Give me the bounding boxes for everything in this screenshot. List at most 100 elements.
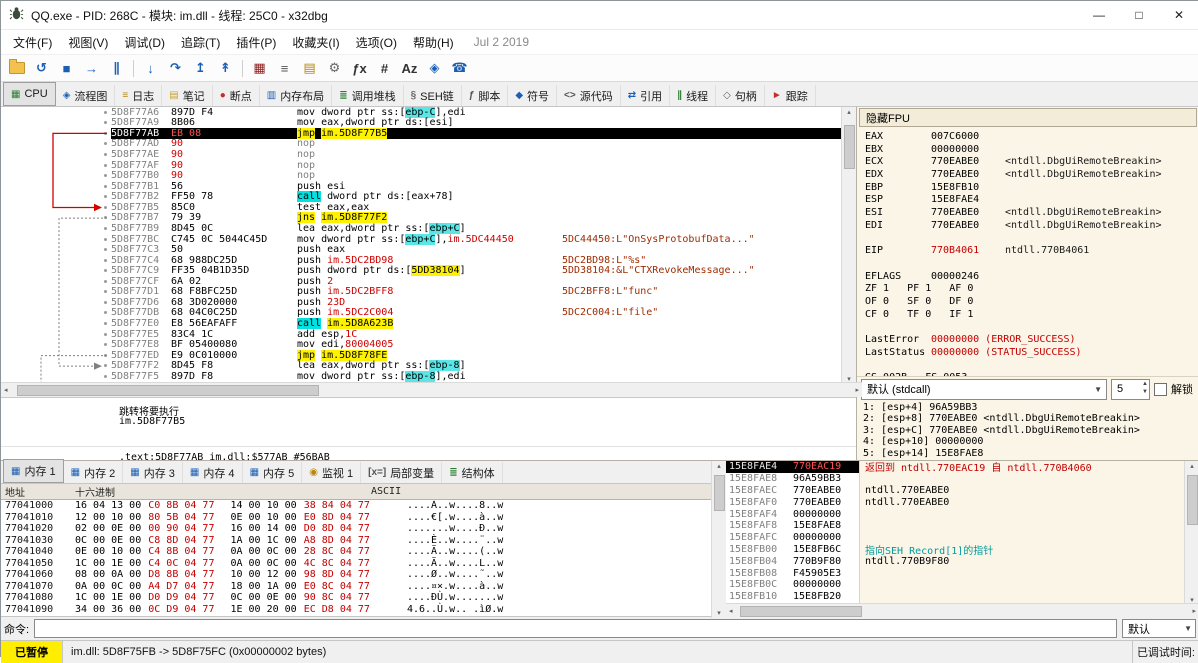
dump-row[interactable]: 77041020 02 00 0E 00 00 90 04 77 16 00 14 0…: [1, 523, 711, 535]
scroll-right-arrow[interactable]: ▸: [1192, 607, 1196, 615]
stack-row[interactable]: 15E8FB08 F45905E3: [726, 567, 1184, 579]
register-row[interactable]: OF 0 SF 0 DF 0: [865, 296, 1198, 309]
dump-row[interactable]: 77041050 1C 00 1E 00 C4 0C 04 77 0A 00 0C 0…: [1, 558, 711, 570]
dump-row[interactable]: 77041070 0A 00 0C 00 A4 D7 04 77 18 00 1A 0…: [1, 581, 711, 593]
restart-button[interactable]: ↺: [30, 57, 53, 79]
tab-seh[interactable]: § SEH链: [404, 85, 462, 106]
scroll-right-arrow[interactable]: ▸: [855, 386, 859, 394]
register-row[interactable]: EAX 007C6000: [865, 131, 1198, 144]
disasm-row[interactable]: 5D8F77B1 56 push esi: [1, 181, 841, 192]
tab-trace[interactable]: ► 跟踪: [765, 85, 816, 106]
disasm-row[interactable]: 5D8F77E8 BF 05400080 mov edi,80004005: [1, 339, 841, 350]
tab-references[interactable]: ⇄ 引用: [621, 85, 671, 106]
disasm-row[interactable]: 5D8F77F5 897D F8 mov dword ptr ss:[ebp-8],…: [1, 370, 841, 382]
dump-row[interactable]: 77041000 16 04 13 00 C0 8B 04 77 14 00 10 0…: [1, 500, 711, 512]
scroll-up-arrow[interactable]: ▴: [847, 108, 851, 116]
breakpoints-button[interactable]: ▦: [248, 57, 271, 79]
disasm-row[interactable]: 5D8F77E5 83C4 1C add esp,1C: [1, 329, 841, 340]
disasm-row[interactable]: 5D8F77CF 6A 02 push 2: [1, 276, 841, 287]
stack-row[interactable]: 15E8FAF4 00000000: [726, 508, 1184, 520]
menu-item-4[interactable]: 插件(P): [228, 31, 284, 54]
tab-memory-map[interactable]: ▥ 内存布局: [260, 85, 333, 106]
disasm-row[interactable]: 5D8F77A6 897D F4 mov dword ptr ss:[ebp-C],…: [1, 107, 841, 118]
disasm-row[interactable]: 5D8F77B2 FF50 78 call dword ptr ds:[eax+78…: [1, 191, 841, 203]
scroll-up-arrow[interactable]: ▴: [1190, 462, 1194, 470]
disasm-hscrollbar[interactable]: ◂ ▸: [1, 382, 862, 397]
run-to-user-code-button[interactable]: ↟: [214, 57, 237, 79]
pause-button[interactable]: ∥: [105, 57, 128, 79]
dump-row[interactable]: 77041040 0E 00 10 00 C4 8B 04 77 0A 00 0C 0…: [1, 546, 711, 558]
dump-row[interactable]: 77041080 1C 00 1E 00 D0 D9 04 77 0C 00 0E 0…: [1, 592, 711, 604]
dump-row[interactable]: 77041060 08 00 0A 00 D8 8B 04 77 10 00 12 0…: [1, 569, 711, 581]
bottom-tab-dump2[interactable]: ▦ 内存 2: [64, 462, 124, 483]
register-row[interactable]: ESI 770EABE0 <ntdll.DbgUiRemoteBreakin>: [865, 207, 1198, 220]
bottom-tab-struct[interactable]: ≣ 结构体: [442, 462, 503, 483]
disasm-row[interactable]: 5D8F77BC C745 0C 5044C45D mov dword ptr ss…: [1, 233, 841, 245]
tab-source[interactable]: <> 源代码: [557, 85, 621, 106]
scroll-down-arrow[interactable]: ▾: [717, 609, 721, 617]
disasm-row[interactable]: 5D8F77C3 50 push eax: [1, 244, 841, 255]
register-row[interactable]: GS 002B FS 0053: [865, 372, 1198, 376]
tab-breakpoints[interactable]: ● 断点: [213, 85, 260, 106]
bottom-tab-locals[interactable]: [x=] 局部变量: [361, 462, 443, 483]
tab-handles[interactable]: ◇ 句柄: [716, 85, 765, 106]
scroll-thumb[interactable]: [714, 475, 725, 511]
open-file-button[interactable]: [5, 57, 28, 79]
register-row[interactable]: EBP 15E8FB10: [865, 182, 1198, 195]
argument-row[interactable]: 1: [esp+4] 96A59BB3: [863, 402, 1198, 413]
command-input[interactable]: [34, 619, 1117, 638]
disasm-vscrollbar[interactable]: ▴ ▾: [841, 107, 856, 384]
disasm-row[interactable]: 5D8F77ED E9 0C010000 jmp im.5D8F78FE: [1, 349, 841, 361]
disasm-row[interactable]: 5D8F77AF 90 nop: [1, 160, 841, 171]
disasm-row[interactable]: 5D8F77AB EB 08 jmp im.5D8F77B5: [1, 127, 841, 139]
tab-threads[interactable]: ∥ 线程: [670, 85, 717, 106]
tab-graph[interactable]: ◈ 流程图: [56, 85, 116, 106]
disasm-row[interactable]: 5D8F77E0 E8 56EAFAFF call im.5D8A623B: [1, 318, 841, 330]
stack-row[interactable]: 15E8FAFC 00000000: [726, 531, 1184, 544]
register-row[interactable]: ZF 1 PF 1 AF 0: [865, 283, 1198, 296]
register-row[interactable]: LastStatus 00000000 (STATUS_SUCCESS): [865, 347, 1198, 360]
tab-symbols[interactable]: ◆ 符号: [508, 85, 558, 106]
scroll-up-arrow[interactable]: ▴: [717, 462, 721, 470]
calling-convention-select[interactable]: 默认 (stdcall) ▼: [861, 378, 1107, 400]
close-button[interactable]: ✕: [1159, 1, 1198, 29]
dump-row[interactable]: 77041030 0C 00 0E 00 C8 8D 04 77 1A 00 1C 0…: [1, 535, 711, 547]
scroll-left-arrow[interactable]: ◂: [729, 607, 733, 615]
disasm-row[interactable]: 5D8F77B5 85C0 test eax,eax: [1, 202, 841, 213]
tab-call-stack[interactable]: ≣ 调用堆栈: [332, 85, 404, 106]
stack-row[interactable]: 15E8FAEC 770EABE0 ntdll.770EABE0: [726, 484, 1184, 497]
disasm-row[interactable]: 5D8F77B0 90 nop: [1, 170, 841, 181]
graph-button[interactable]: ◈: [423, 57, 446, 79]
register-row[interactable]: LastError 00000000 (ERROR_SUCCESS): [865, 334, 1198, 347]
disasm-row[interactable]: 5D8F77C4 68 988DC25D push im.5DC2BD98 5DC2B…: [1, 255, 841, 266]
stack-row[interactable]: 15E8FB00 15E8FB6C 指向SEH_Record[1]的指针: [726, 543, 1184, 556]
argument-count-stepper[interactable]: 5 ▲ ▼: [1111, 378, 1150, 400]
argument-row[interactable]: 5: [esp+14] 15E8FAE8: [863, 448, 1198, 459]
stack-row[interactable]: 15E8FB0C 00000000: [726, 578, 1184, 591]
bottom-tab-dump1[interactable]: ▦ 内存 1: [3, 459, 64, 483]
disasm-row[interactable]: 5D8F77D6 68 3D020000 push 23D: [1, 297, 841, 308]
register-row[interactable]: ECX 770EABE0 <ntdll.DbgUiRemoteBreakin>: [865, 156, 1198, 169]
disasm-row[interactable]: 5D8F77C9 FF35 04B1D35D push dword ptr ds:[…: [1, 265, 841, 277]
stack-row[interactable]: 15E8FAE4 770EAC19 返回到 ntdll.770EAC19 自 ntd…: [726, 461, 1184, 473]
tab-cpu[interactable]: ▦ CPU: [3, 82, 56, 106]
dump-vscrollbar[interactable]: ▴ ▾: [711, 461, 726, 618]
menu-item-6[interactable]: 选项(O): [348, 31, 405, 54]
tab-script[interactable]: ƒ 脚本: [462, 85, 509, 106]
change-case-button[interactable]: Az: [398, 57, 421, 79]
dump-row[interactable]: 77041090 34 00 36 00 0C D9 04 77 1E 00 20 0…: [1, 604, 711, 616]
run-button[interactable]: →: [80, 57, 103, 79]
scroll-left-arrow[interactable]: ◂: [4, 386, 8, 394]
register-row[interactable]: ESP 15E8FAE4: [865, 194, 1198, 207]
execute-till-return-button[interactable]: ↥: [189, 57, 212, 79]
disasm-row[interactable]: 5D8F77AE 90 nop: [1, 149, 841, 160]
disasm-row[interactable]: 5D8F77B9 8D45 0C lea eax,dword ptr ss:[ebp…: [1, 222, 841, 234]
calculator-fx-button[interactable]: ƒx: [348, 57, 371, 79]
settings-button[interactable]: ⚙: [323, 57, 346, 79]
stack-row[interactable]: 15E8FAE8 96A59BB3: [726, 472, 1184, 485]
disassembly-view[interactable]: 5D8F77A6 897D F4 mov dword ptr ss:[ebp-C],…: [1, 107, 841, 382]
scroll-thumb[interactable]: [844, 125, 855, 169]
step-into-button[interactable]: ↓: [139, 57, 162, 79]
bottom-tab-dump3[interactable]: ▦ 内存 3: [123, 462, 183, 483]
scroll-thumb[interactable]: [17, 385, 319, 396]
